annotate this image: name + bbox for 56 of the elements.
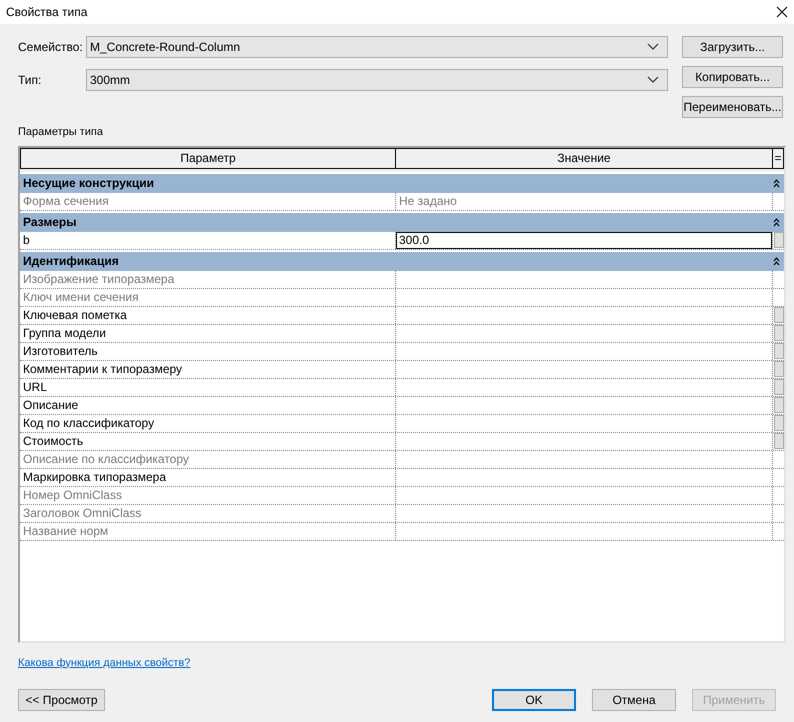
associate-parameter-button[interactable] — [774, 379, 784, 395]
parameter-name: Ключ имени сечения — [20, 288, 396, 306]
associate-parameter-button[interactable] — [774, 325, 784, 341]
side-button[interactable]: Загрузить... — [682, 36, 783, 58]
collapse-icon[interactable] — [773, 218, 780, 226]
parameter-name: Заголовок OmniClass — [20, 504, 396, 522]
close-icon[interactable] — [776, 6, 788, 18]
parameter-name: Изготовитель — [20, 342, 396, 360]
associate-parameter-button[interactable] — [774, 361, 784, 377]
parameter-name: Комментарии к типоразмеру — [20, 360, 396, 378]
group-title: Идентификация — [23, 253, 119, 270]
parameter-name: Описание по классификатору — [20, 450, 396, 468]
column-header[interactable]: Значение — [396, 148, 773, 168]
group-title: Несущие конструкции — [23, 175, 154, 192]
side-button[interactable]: Переименовать... — [682, 96, 783, 118]
dialog-button[interactable]: Отмена — [592, 689, 676, 711]
window-title: Свойства типа — [6, 4, 88, 21]
associate-parameter-button[interactable] — [774, 343, 784, 359]
field-label: Тип: — [18, 72, 42, 89]
associate-parameter-button[interactable] — [774, 433, 784, 449]
help-link[interactable]: Какова функция данных свойств? — [18, 654, 190, 671]
preview-button[interactable]: << Просмотр — [18, 689, 105, 711]
family-dropdown[interactable]: M_Concrete-Round-Column — [86, 36, 668, 58]
parameter-name: b — [20, 232, 396, 248]
group-header[interactable]: Размеры — [20, 212, 784, 232]
field-label: Семейство: — [18, 39, 84, 56]
collapse-icon[interactable] — [773, 256, 780, 266]
chevron-down-icon — [647, 76, 659, 84]
parameter-name: Форма сечения — [20, 192, 396, 210]
parameter-name: Маркировка типоразмера — [20, 468, 396, 486]
associate-parameter-button[interactable] — [774, 232, 784, 248]
group-header[interactable]: Идентификация — [20, 252, 784, 270]
chevron-down-icon — [647, 43, 659, 51]
parameter-name: Название норм — [20, 522, 396, 540]
parameter-name: Ключевая пометка — [20, 306, 396, 324]
parameter-name: Код по классификатору — [20, 414, 396, 432]
column-header[interactable]: = — [773, 148, 784, 168]
parameter-name: Изображение типоразмера — [20, 270, 396, 288]
parameter-name: Группа модели — [20, 324, 396, 342]
group-header[interactable]: Несущие конструкции — [20, 174, 784, 192]
dialog-button[interactable]: OK — [492, 689, 576, 711]
side-button[interactable]: Копировать... — [682, 66, 783, 88]
parameter-value: Не задано — [398, 192, 457, 210]
parameter-name: Номер OmniClass — [20, 486, 396, 504]
value-field[interactable]: 300.0 — [396, 232, 772, 248]
associate-parameter-button[interactable] — [774, 397, 784, 413]
group-title: Размеры — [23, 214, 76, 231]
associate-parameter-button[interactable] — [774, 307, 784, 323]
column-header[interactable]: Параметр — [20, 148, 396, 168]
associate-parameter-button[interactable] — [774, 415, 784, 431]
type-dropdown[interactable]: 300mm — [86, 69, 668, 91]
parameter-name: URL — [20, 378, 396, 396]
section-label: Параметры типа — [18, 125, 103, 140]
collapse-icon[interactable] — [773, 178, 780, 188]
parameter-name: Описание — [20, 396, 396, 414]
parameter-name: Стоимость — [20, 432, 396, 450]
